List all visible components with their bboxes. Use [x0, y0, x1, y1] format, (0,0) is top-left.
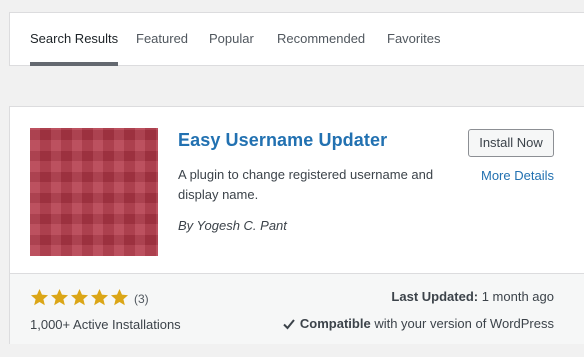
last-updated-label: Last Updated: [391, 289, 479, 304]
last-updated-value: 1 month ago [481, 289, 554, 304]
install-now-button[interactable]: Install Now [468, 129, 554, 157]
tab-featured[interactable]: Featured [136, 13, 188, 66]
compatibility-status: Compatible with your version of WordPres… [283, 316, 554, 331]
star-icon [90, 288, 109, 306]
star-icon [70, 288, 89, 306]
last-updated: Last Updated: 1 month ago [391, 289, 554, 304]
more-details-link[interactable]: More Details [481, 168, 554, 183]
plugin-filter-tabs: Search Results Featured Popular Recommen… [9, 12, 584, 66]
checkmark-icon [283, 318, 295, 329]
plugin-name-link[interactable]: Easy Username Updater [178, 130, 387, 151]
tab-recommended[interactable]: Recommended [277, 13, 365, 66]
plugin-thumbnail[interactable] [30, 128, 158, 256]
plugin-card-top: Easy Username Updater A plugin to change… [10, 107, 584, 273]
tab-popular[interactable]: Popular [209, 13, 254, 66]
plugin-card: Easy Username Updater A plugin to change… [9, 106, 584, 344]
plugin-author: By Yogesh C. Pant [178, 218, 287, 233]
star-icon [50, 288, 69, 306]
rating-count[interactable]: (3) [134, 292, 149, 306]
active-installations: 1,000+ Active Installations [30, 317, 181, 332]
plugin-card-bottom: (3) 1,000+ Active Installations Last Upd… [10, 273, 584, 344]
tab-favorites[interactable]: Favorites [387, 13, 440, 66]
star-icon [110, 288, 129, 306]
compatible-label: Compatible [299, 316, 371, 331]
compatible-text: with your version of WordPress [374, 316, 554, 331]
tab-search-results[interactable]: Search Results [30, 13, 119, 66]
star-rating [30, 288, 129, 307]
star-icon [30, 288, 49, 306]
plugin-description: A plugin to change registered username a… [178, 167, 434, 202]
